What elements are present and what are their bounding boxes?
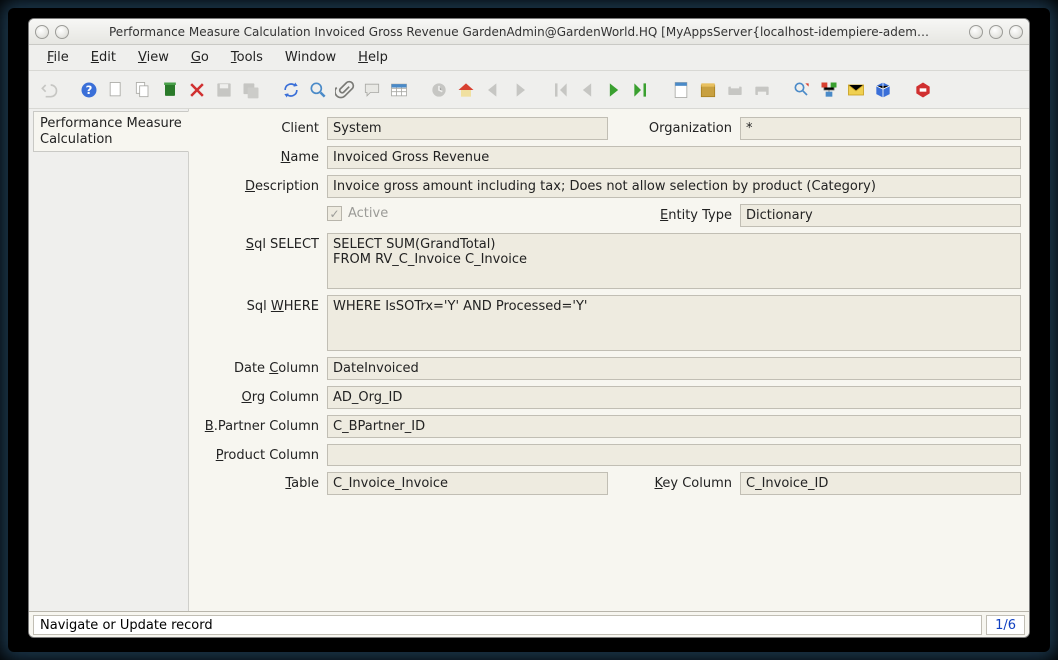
minimize-button[interactable] <box>969 25 983 39</box>
find-icon[interactable] <box>306 78 330 102</box>
organization-label: Organization <box>614 117 734 136</box>
menu-tools[interactable]: Tools <box>221 47 273 68</box>
copy-icon[interactable] <box>131 78 155 102</box>
maximize-button[interactable] <box>989 25 1003 39</box>
datecol-label: Date Column <box>191 357 321 376</box>
prev-icon[interactable] <box>575 78 599 102</box>
next-icon[interactable] <box>602 78 626 102</box>
end-icon[interactable] <box>911 78 935 102</box>
checkbox-icon: ✓ <box>327 206 342 221</box>
tab-column: Performance Measure Calculation <box>29 109 189 611</box>
name-label: Name <box>191 146 321 165</box>
save-new-icon[interactable] <box>239 78 263 102</box>
request-icon[interactable] <box>844 78 868 102</box>
table-label: Table <box>191 472 321 491</box>
menu-window[interactable]: Window <box>275 47 346 68</box>
statusbar: Navigate or Update record 1/6 <box>29 611 1029 637</box>
nav-back-icon[interactable] <box>481 78 505 102</box>
help-icon[interactable]: ? <box>77 78 101 102</box>
client-label: Client <box>191 117 321 136</box>
undo-icon[interactable] <box>37 78 61 102</box>
active-checkbox: ✓ Active <box>327 204 608 223</box>
prodcol-field[interactable] <box>327 444 1021 466</box>
menu-help[interactable]: Help <box>348 47 398 68</box>
sqlwhere-field[interactable]: WHERE IsSOTrx='Y' AND Processed='Y' <box>327 295 1021 351</box>
client-field[interactable]: System <box>327 117 608 140</box>
sqlwhere-label: Sql WHERE <box>191 295 321 314</box>
name-field[interactable]: Invoiced Gross Revenue <box>327 146 1021 169</box>
new-icon[interactable] <box>104 78 128 102</box>
print-icon[interactable] <box>750 78 774 102</box>
nav-forward-icon[interactable] <box>508 78 532 102</box>
entitytype-label: Entity Type <box>614 204 734 223</box>
home-icon[interactable] <box>454 78 478 102</box>
menu-go[interactable]: Go <box>181 47 219 68</box>
grid-toggle-icon[interactable] <box>387 78 411 102</box>
chat-icon[interactable] <box>360 78 384 102</box>
window-menu-button[interactable] <box>35 25 49 39</box>
save-icon[interactable] <box>212 78 236 102</box>
status-page[interactable]: 1/6 <box>986 615 1025 635</box>
orgcol-label: Org Column <box>191 386 321 405</box>
history-icon[interactable] <box>427 78 451 102</box>
svg-text:?: ? <box>86 83 93 97</box>
description-label: Description <box>191 175 321 194</box>
delete-icon[interactable] <box>158 78 182 102</box>
workflow-icon[interactable] <box>817 78 841 102</box>
report-icon[interactable] <box>669 78 693 102</box>
sqlselect-label: Sql SELECT <box>191 233 321 252</box>
description-field[interactable]: Invoice gross amount including tax; Does… <box>327 175 1021 198</box>
keycol-label: Key Column <box>614 472 734 491</box>
zoom-across-icon[interactable] <box>790 78 814 102</box>
archive-icon[interactable] <box>696 78 720 102</box>
attachment-icon[interactable] <box>333 78 357 102</box>
entitytype-field[interactable]: Dictionary <box>740 204 1021 227</box>
tab-performance-measure-calculation[interactable]: Performance Measure Calculation <box>33 111 189 152</box>
sqlselect-field[interactable]: SELECT SUM(GrandTotal) FROM RV_C_Invoice… <box>327 233 1021 289</box>
menu-edit[interactable]: Edit <box>81 47 126 68</box>
bpcol-label: B.Partner Column <box>191 415 321 434</box>
bpcol-field[interactable]: C_BPartner_ID <box>327 415 1021 438</box>
first-icon[interactable] <box>548 78 572 102</box>
prodcol-label: Product Column <box>191 444 321 463</box>
refresh-icon[interactable] <box>279 78 303 102</box>
orgcol-field[interactable]: AD_Org_ID <box>327 386 1021 409</box>
menu-view[interactable]: View <box>128 47 179 68</box>
product-info-icon[interactable] <box>871 78 895 102</box>
window-pin-button[interactable] <box>55 25 69 39</box>
delete-selection-icon[interactable] <box>185 78 209 102</box>
toolbar: ? <box>29 71 1029 109</box>
form-area: Client System Organization * Name Invoic… <box>189 109 1029 611</box>
titlebar: Performance Measure Calculation Invoiced… <box>29 19 1029 45</box>
window-title: Performance Measure Calculation Invoiced… <box>109 25 929 39</box>
close-button[interactable] <box>1009 25 1023 39</box>
menubar: File Edit View Go Tools Window Help <box>29 45 1029 71</box>
print-preview-icon[interactable] <box>723 78 747 102</box>
table-field[interactable]: C_Invoice_Invoice <box>327 472 608 495</box>
status-text: Navigate or Update record <box>33 615 982 635</box>
keycol-field[interactable]: C_Invoice_ID <box>740 472 1021 495</box>
datecol-field[interactable]: DateInvoiced <box>327 357 1021 380</box>
organization-field[interactable]: * <box>740 117 1021 140</box>
menu-file[interactable]: File <box>37 47 79 68</box>
active-label: Active <box>348 206 388 221</box>
last-icon[interactable] <box>629 78 653 102</box>
